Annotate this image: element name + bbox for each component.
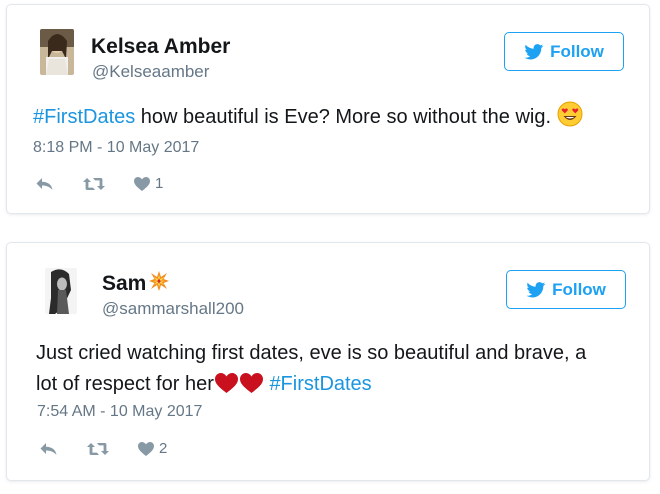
tweet-timestamp[interactable]: 8:18 PM - 10 May 2017 xyxy=(33,139,199,157)
twitter-bird-icon xyxy=(524,43,544,60)
follow-button[interactable]: Follow xyxy=(504,32,624,71)
tweet-text-body: lot of respect for her xyxy=(36,373,214,395)
user-handle[interactable]: @sammarshall200 xyxy=(102,299,244,319)
follow-label: Follow xyxy=(550,41,604,61)
retweet-icon xyxy=(82,176,106,192)
red-heart-emoji xyxy=(239,372,264,404)
follow-button[interactable]: Follow xyxy=(506,270,626,309)
tweet-text-line: lot of respect for her #FirstDates xyxy=(36,369,636,404)
tweet-text: Just cried watching first dates, eve is … xyxy=(36,338,636,404)
hashtag-link[interactable]: #FirstDates xyxy=(269,373,371,395)
twitter-bird-icon xyxy=(526,281,546,298)
retweet-icon xyxy=(86,441,110,457)
tweet-text-body: how beautiful is Eve? More so without th… xyxy=(135,106,557,128)
tweet-timestamp[interactable]: 7:54 AM - 10 May 2017 xyxy=(37,403,202,421)
follow-label: Follow xyxy=(552,279,606,299)
reply-icon xyxy=(39,441,59,457)
heart-icon xyxy=(133,176,151,192)
reply-button[interactable] xyxy=(35,176,55,192)
user-name[interactable]: Sam xyxy=(102,270,170,298)
like-button[interactable]: 2 xyxy=(137,440,167,457)
red-heart-emoji xyxy=(214,372,239,404)
reply-button[interactable] xyxy=(39,441,59,457)
like-count: 2 xyxy=(159,440,168,457)
tweet-actions: 1 xyxy=(35,175,190,192)
tweet-card: Kelsea Amber @Kelseaamber Follow #FirstD… xyxy=(6,4,650,214)
retweet-button[interactable] xyxy=(82,176,106,192)
reply-icon xyxy=(35,176,55,192)
avatar[interactable] xyxy=(45,268,77,314)
tweet-card: Sam @sammarshall200 Follow Just cried wa… xyxy=(6,242,650,481)
collision-emoji xyxy=(148,270,170,298)
like-count: 1 xyxy=(155,175,164,192)
tweet-text-line: Just cried watching first dates, eve is … xyxy=(36,342,587,364)
avatar[interactable] xyxy=(40,29,74,75)
hashtag-link[interactable]: #FirstDates xyxy=(33,106,135,128)
heart-icon xyxy=(137,441,155,457)
smiling-face-with-heart-eyes-emoji xyxy=(557,101,583,137)
retweet-button[interactable] xyxy=(86,441,110,457)
user-name[interactable]: Kelsea Amber xyxy=(91,35,230,59)
user-name-text: Sam xyxy=(102,272,147,295)
tweet-text: #FirstDates how beautiful is Eve? More s… xyxy=(33,101,633,137)
tweet-actions: 2 xyxy=(39,440,194,457)
like-button[interactable]: 1 xyxy=(133,175,163,192)
user-handle[interactable]: @Kelseaamber xyxy=(92,62,209,82)
